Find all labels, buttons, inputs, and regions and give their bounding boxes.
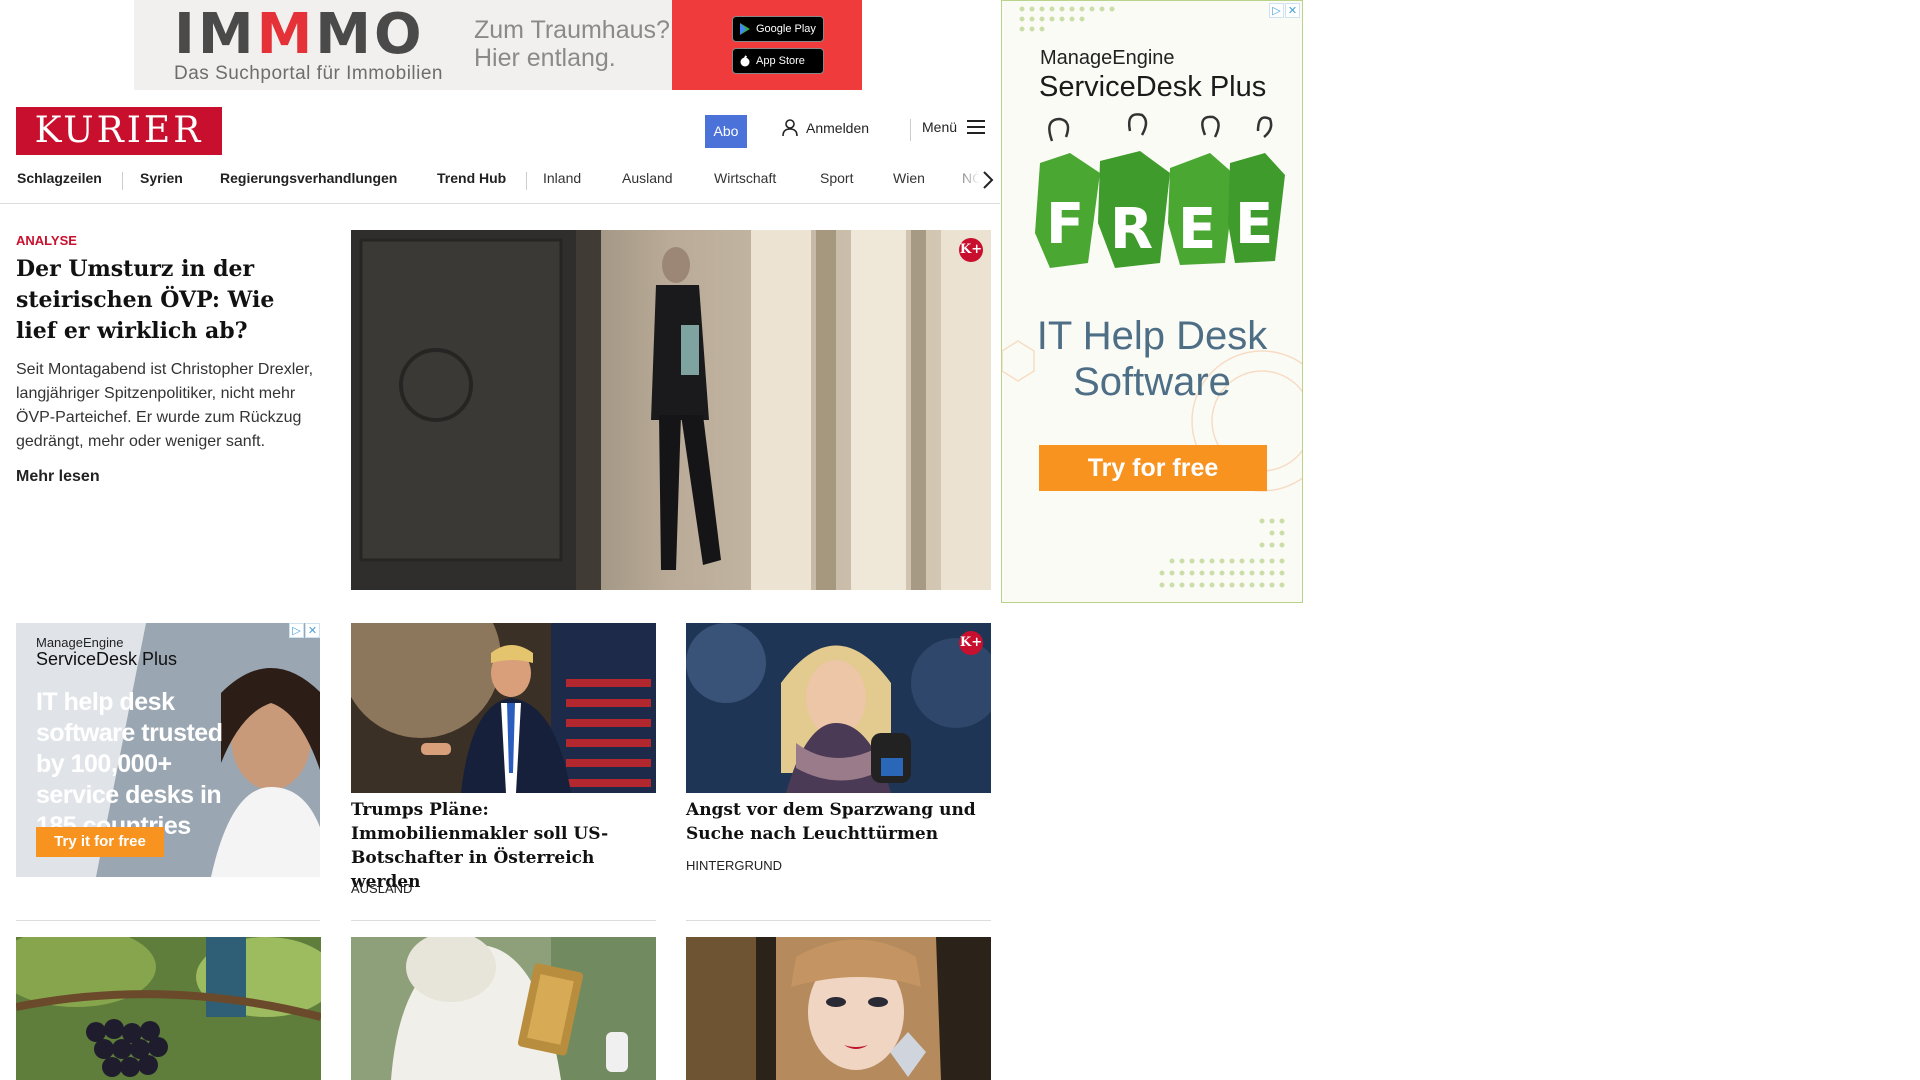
menu-label: Menü	[922, 119, 958, 135]
login-label: Anmelden	[806, 120, 870, 136]
apple-icon	[740, 55, 750, 67]
nav-divider	[122, 172, 123, 190]
card-image-celebrity[interactable]	[686, 937, 991, 1080]
premium-badge: K+	[959, 238, 983, 262]
card-image-trump[interactable]	[351, 623, 656, 793]
header-divider	[910, 119, 911, 141]
nav-item-wirtschaft[interactable]: Wirtschaft	[714, 170, 776, 186]
card-image-grapes[interactable]	[16, 937, 321, 1080]
svg-text:F: F	[1046, 192, 1084, 257]
app-store-button[interactable]: App Store	[732, 48, 824, 74]
ad-choices[interactable]: ▷ ✕	[1269, 3, 1300, 18]
nav-item-schlagzeilen[interactable]: Schlagzeilen	[17, 170, 102, 186]
lead-kicker: ANALYSE	[16, 233, 77, 248]
nav-item-syrien[interactable]: Syrien	[140, 170, 183, 186]
nav-item-sport[interactable]: Sport	[820, 170, 853, 186]
servicedesk-plus-text: ServiceDesk Plus	[1039, 71, 1267, 103]
manageengine-logo: ManageEngine	[36, 635, 124, 650]
chevron-right-icon[interactable]	[982, 170, 994, 190]
read-more-link[interactable]: Mehr lesen	[16, 468, 100, 486]
svg-text:R: R	[1110, 197, 1153, 262]
celebrity-photo	[686, 937, 991, 1080]
lead-photo	[351, 230, 991, 590]
immmo-logo: IMMMO	[174, 2, 425, 67]
ad-info-icon[interactable]: ▷	[289, 623, 304, 638]
card-headline-sparzwang[interactable]: Angst vor dem Sparzwang und Su­che nach …	[686, 798, 996, 846]
politician-photo	[686, 623, 991, 793]
nav-item-trend-hub[interactable]: Trend Hub	[437, 170, 506, 186]
nav-item-inland[interactable]: Inland	[543, 170, 581, 186]
manageengine-logo: ManageEngine	[1040, 47, 1175, 69]
try-it-for-free-button[interactable]: Try it for free	[36, 827, 164, 857]
nav-divider	[526, 172, 527, 190]
divider	[686, 920, 991, 921]
lead-teaser: Seit Montagabend ist Christopher Drexler…	[16, 361, 314, 450]
card-image-sparzwang[interactable]: K+	[686, 623, 991, 793]
sidebar-ad[interactable]: ▷ ✕ ManageEngine ServiceDesk Plus FREE IT…	[1001, 0, 1303, 603]
ad-subline: Das Suchportal für Immobilien	[174, 63, 443, 84]
nav-item-regierungsverhandlungen[interactable]: Regierungsverhandlungen	[220, 170, 397, 186]
card-category-hintergrund[interactable]: Hintergrund	[686, 858, 782, 873]
nav-item-wien[interactable]: Wien	[893, 170, 925, 186]
hamburger-icon	[967, 120, 986, 134]
inline-ad[interactable]: ▷ ✕ ManageEngine ServiceDesk Plus IT help…	[16, 623, 320, 877]
grapes-photo	[16, 937, 321, 1080]
servicedesk-plus-text: ServiceDesk Plus	[36, 649, 178, 669]
card-category-ausland[interactable]: Ausland	[351, 881, 412, 896]
ad-red-panel	[672, 0, 862, 90]
ad-close-icon[interactable]: ✕	[1285, 3, 1300, 18]
abo-button[interactable]: Abo	[705, 115, 747, 148]
nav-item-ausland[interactable]: Ausland	[622, 170, 673, 186]
google-play-button[interactable]: Google Play	[732, 16, 824, 42]
card-image-beekeeper[interactable]	[351, 937, 656, 1080]
trump-photo	[351, 623, 656, 793]
ad-tagline: Zum Traumhaus? Hier entlang.	[474, 16, 670, 72]
card-headline-trump[interactable]: Trumps Pläne: Immobilienmakler soll US-B…	[351, 798, 661, 894]
lead-image[interactable]: K+	[351, 230, 991, 590]
inline-ad-headline: IT help desk software trusted by 100,000…	[36, 688, 223, 840]
svg-text:E: E	[1178, 197, 1216, 262]
lead-headline[interactable]: Der Umsturz in der steiri­schen ÖVP: Wie…	[16, 254, 316, 347]
ad-info-icon[interactable]: ▷	[1269, 3, 1284, 18]
ad-close-icon[interactable]: ✕	[305, 623, 320, 638]
kurier-logo[interactable]: KURIER	[16, 107, 222, 155]
divider	[351, 920, 656, 921]
try-for-free-button[interactable]: Try for free	[1039, 445, 1267, 491]
user-icon	[782, 119, 798, 137]
side-ad-headline: IT Help Desk Software	[1036, 314, 1268, 404]
menu-button[interactable]: Menü	[922, 119, 986, 135]
beekeeper-photo	[351, 937, 656, 1080]
login-button[interactable]: Anmelden	[782, 119, 869, 137]
svg-text:E: E	[1235, 192, 1273, 257]
play-icon	[740, 23, 750, 35]
free-tags-graphic: FREE	[1035, 113, 1285, 268]
category-nav: Schlagzeilen Syrien Regierungsverhandlun…	[0, 168, 1000, 204]
ad-choices[interactable]: ▷ ✕	[289, 623, 320, 638]
premium-badge: K+	[959, 631, 983, 655]
top-banner-ad[interactable]: IMMMO Zum Traumhaus? Hier entlang. Das Su…	[134, 0, 862, 90]
divider	[16, 920, 320, 921]
